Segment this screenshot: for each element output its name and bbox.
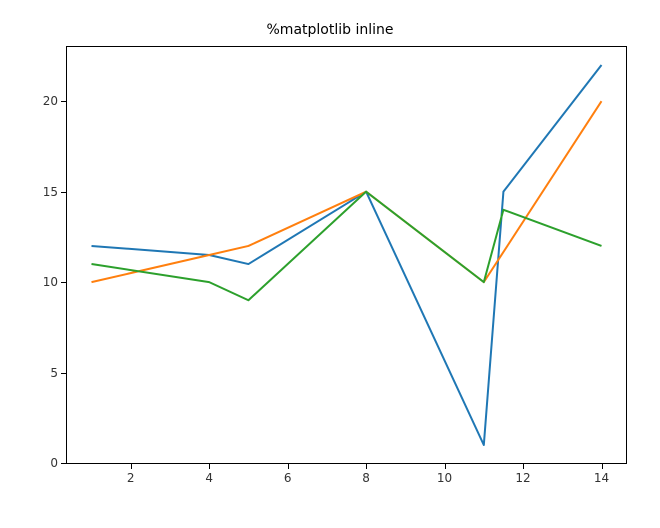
x-tick-label: 14 bbox=[594, 471, 609, 485]
y-tick-mark bbox=[61, 282, 66, 283]
line-series-2 bbox=[92, 101, 602, 282]
x-tick-label: 6 bbox=[284, 471, 292, 485]
x-tick-label: 4 bbox=[205, 471, 213, 485]
chart-title: %matplotlib inline bbox=[0, 22, 660, 38]
y-tick-mark bbox=[61, 192, 66, 193]
y-tick-label: 10 bbox=[38, 275, 58, 289]
line-series-1 bbox=[92, 65, 602, 445]
y-tick-mark bbox=[61, 463, 66, 464]
x-tick-label: 8 bbox=[362, 471, 370, 485]
y-tick-label: 15 bbox=[38, 185, 58, 199]
y-tick-mark bbox=[61, 101, 66, 102]
y-tick-label: 0 bbox=[38, 456, 58, 470]
x-tick-label: 12 bbox=[515, 471, 530, 485]
x-tick-mark bbox=[523, 464, 524, 469]
x-tick-mark bbox=[602, 464, 603, 469]
x-tick-mark bbox=[445, 464, 446, 469]
x-tick-mark bbox=[209, 464, 210, 469]
line-series-3 bbox=[92, 192, 602, 301]
x-tick-label: 2 bbox=[127, 471, 135, 485]
figure: %matplotlib inline 2 4 6 8 10 12 14 0 5 10 15 20 bbox=[0, 0, 660, 528]
x-tick-mark bbox=[366, 464, 367, 469]
y-tick-label: 5 bbox=[38, 366, 58, 380]
x-tick-mark bbox=[288, 464, 289, 469]
y-tick-mark bbox=[61, 373, 66, 374]
y-tick-label: 20 bbox=[38, 94, 58, 108]
x-tick-label: 10 bbox=[437, 471, 452, 485]
plot-area bbox=[66, 46, 627, 464]
x-tick-mark bbox=[131, 464, 132, 469]
